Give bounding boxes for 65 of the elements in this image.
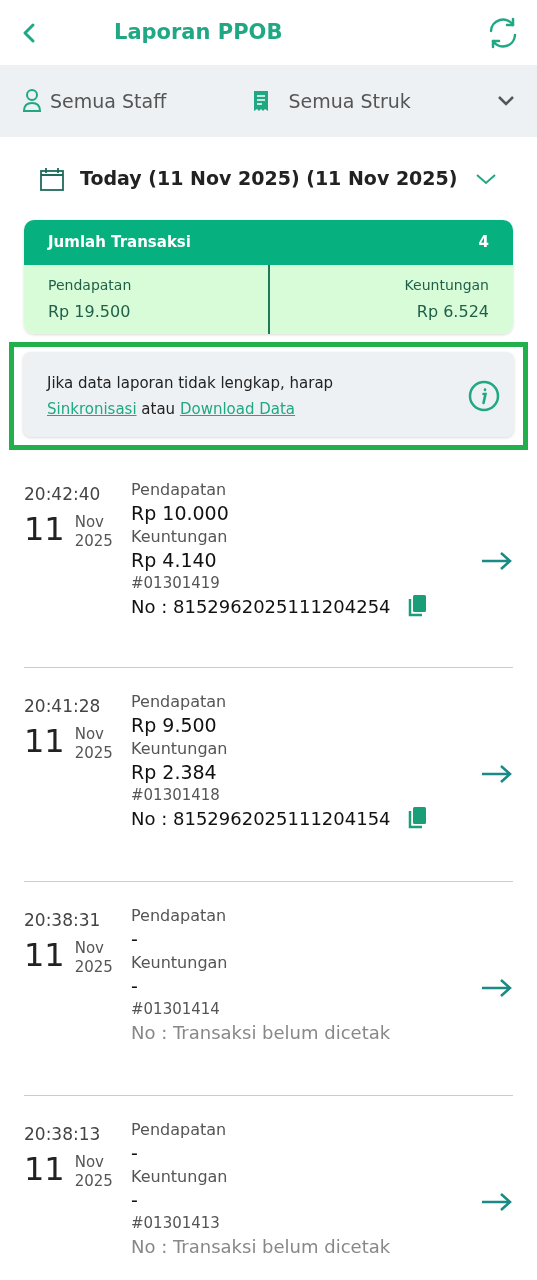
profit-label: Keuntungan <box>131 951 229 974</box>
income-value: - <box>131 926 139 951</box>
profit-label: Keuntungan <box>131 737 229 760</box>
transaction-month: Nov <box>74 725 105 744</box>
income-value: Rp 10.000 <box>131 500 230 525</box>
income-label: Pendapatan <box>131 478 228 501</box>
profit-label: Keuntungan <box>403 275 489 295</box>
transaction-time: 20:38:31 <box>24 908 102 932</box>
income-value: Rp 19.500 <box>48 300 132 323</box>
transaction-month: Nov <box>74 1153 105 1172</box>
arrow-right-icon[interactable] <box>481 764 513 784</box>
transaction-time: 20:38:13 <box>24 1122 102 1146</box>
income-value: Rp 9.500 <box>131 712 218 737</box>
arrow-right-icon[interactable] <box>481 1192 513 1212</box>
profit-value: - <box>131 1187 139 1212</box>
transaction-month: Nov <box>74 939 105 958</box>
chevron-down-icon[interactable] <box>475 172 497 185</box>
transaction-day: 11 <box>24 513 65 551</box>
transaction-id: #01301414 <box>131 998 221 1020</box>
transaction-month: Nov <box>74 513 105 532</box>
summary-title: Jumlah Transaksi <box>48 232 191 253</box>
profit-value: - <box>131 973 139 998</box>
income-label: Pendapatan <box>48 275 133 295</box>
transaction-year: 2025 <box>74 957 113 977</box>
transaction-day: 11 <box>24 725 65 763</box>
refresh-icon[interactable] <box>487 16 519 49</box>
profit-label: Keuntungan <box>131 1165 229 1188</box>
receipt-number: No : Transaksi belum dicetak <box>131 1234 391 1259</box>
back-icon[interactable] <box>22 21 36 44</box>
receipt-filter[interactable]: Semua Struk <box>288 86 411 116</box>
notice-connector: atau <box>141 400 176 418</box>
date-range-selector[interactable]: Today (11 Nov 2025) (11 Nov 2025) <box>80 164 458 193</box>
profit-label: Keuntungan <box>131 525 229 548</box>
copy-icon[interactable] <box>406 806 427 830</box>
info-icon[interactable] <box>468 380 500 412</box>
transaction-count: 4 <box>478 232 489 253</box>
transaction-id: #01301419 <box>131 572 221 594</box>
receipt-number: No : 8152962025111204254 <box>131 594 391 619</box>
transaction-id: #01301418 <box>131 784 221 806</box>
calendar-icon <box>40 166 64 191</box>
transaction-year: 2025 <box>74 743 113 763</box>
transaction-time: 20:42:40 <box>24 482 102 506</box>
income-value: - <box>131 1140 139 1165</box>
transaction-day: 11 <box>24 939 65 977</box>
notice-text: Jika data laporan tidak lengkap, harap <box>47 372 335 394</box>
profit-value: Rp 4.140 <box>131 547 218 572</box>
transaction-id: #01301413 <box>131 1212 221 1234</box>
profit-value: Rp 6.524 <box>415 300 489 323</box>
transaction-year: 2025 <box>74 1171 113 1191</box>
arrow-right-icon[interactable] <box>481 551 513 571</box>
transaction-day: 11 <box>24 1153 65 1191</box>
receipt-number: No : 8152962025111204154 <box>131 806 391 831</box>
person-icon <box>22 89 42 113</box>
receipt-number: No : Transaksi belum dicetak <box>131 1020 391 1045</box>
income-label: Pendapatan <box>131 904 228 927</box>
profit-value: Rp 2.384 <box>131 759 218 784</box>
page-title: Laporan PPOB <box>114 18 283 46</box>
staff-filter[interactable]: Semua Staff <box>50 86 167 116</box>
transaction-year: 2025 <box>74 531 113 551</box>
chevron-down-icon[interactable] <box>497 95 515 107</box>
income-label: Pendapatan <box>131 1118 228 1141</box>
transaction-time: 20:41:28 <box>24 694 102 718</box>
arrow-right-icon[interactable] <box>481 978 513 998</box>
copy-icon[interactable] <box>406 594 427 618</box>
income-label: Pendapatan <box>131 690 228 713</box>
